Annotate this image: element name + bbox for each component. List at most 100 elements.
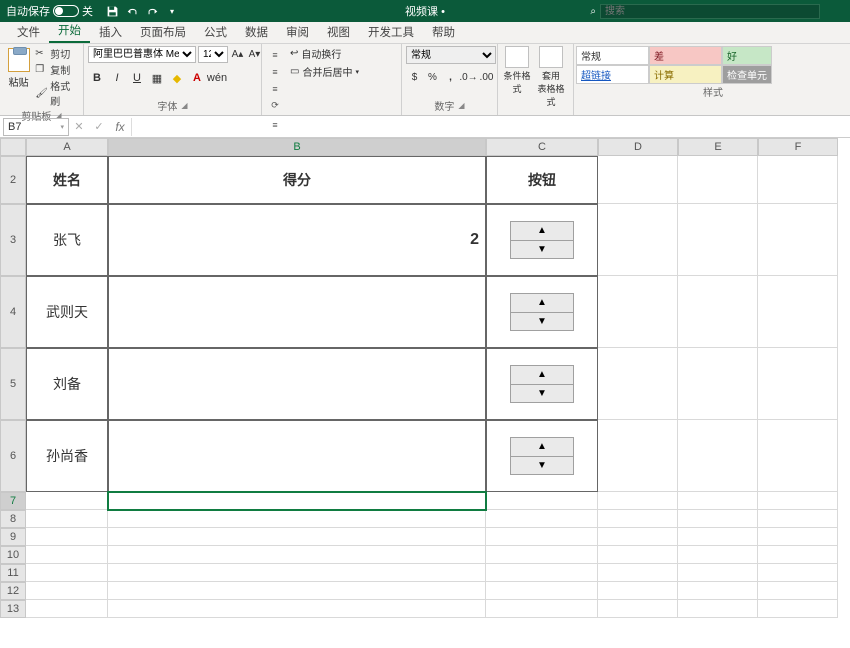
cell-D12[interactable] — [598, 582, 678, 600]
cell-F11[interactable] — [758, 564, 838, 582]
row-header-9[interactable]: 9 — [0, 528, 26, 546]
row-header-11[interactable]: 11 — [0, 564, 26, 582]
row-header-2[interactable]: 2 — [0, 156, 26, 204]
cell-E3[interactable] — [678, 204, 758, 276]
cell-B11[interactable] — [108, 564, 486, 582]
cell-E12[interactable] — [678, 582, 758, 600]
spinner-control[interactable]: ▲▼ — [510, 437, 574, 475]
spin-up-button[interactable]: ▲ — [510, 365, 574, 384]
spin-up-button[interactable]: ▲ — [510, 221, 574, 240]
cell-F5[interactable] — [758, 348, 838, 420]
cell-E10[interactable] — [678, 546, 758, 564]
col-header-B[interactable]: B — [108, 138, 486, 156]
cell-B6[interactable] — [108, 420, 486, 492]
col-header-E[interactable]: E — [678, 138, 758, 156]
row-header-7[interactable]: 7 — [0, 492, 26, 510]
cell-style-hyperlink[interactable]: 超链接 — [576, 65, 649, 84]
conditional-format-button[interactable]: 条件格式 — [502, 46, 532, 95]
cell-C11[interactable] — [486, 564, 598, 582]
cell-A7[interactable] — [26, 492, 108, 510]
name-box[interactable]: B7 ▾ — [3, 118, 69, 136]
cell-F2[interactable] — [758, 156, 838, 204]
cell-style-good[interactable]: 好 — [722, 46, 772, 65]
cell-C6[interactable]: ▲▼ — [486, 420, 598, 492]
cell-F12[interactable] — [758, 582, 838, 600]
spin-down-button[interactable]: ▼ — [510, 456, 574, 476]
underline-button[interactable]: U — [128, 68, 146, 88]
search-input[interactable] — [600, 4, 820, 19]
menu-file[interactable]: 文件 — [8, 21, 49, 43]
cell-B9[interactable] — [108, 528, 486, 546]
comma-button[interactable]: , — [442, 68, 459, 86]
cell-A13[interactable] — [26, 600, 108, 618]
select-all-corner[interactable] — [0, 138, 26, 156]
cell-F13[interactable] — [758, 600, 838, 618]
cell-E7[interactable] — [678, 492, 758, 510]
merge-center-button[interactable]: ▭合并后居中▾ — [290, 64, 359, 79]
col-header-D[interactable]: D — [598, 138, 678, 156]
spin-down-button[interactable]: ▼ — [510, 384, 574, 404]
cell-style-normal[interactable]: 常规 — [576, 46, 649, 65]
cell-B4[interactable] — [108, 276, 486, 348]
cell-C2[interactable]: 按钮 — [486, 156, 598, 204]
cell-C10[interactable] — [486, 546, 598, 564]
cell-D4[interactable] — [598, 276, 678, 348]
col-header-F[interactable]: F — [758, 138, 838, 156]
cell-B8[interactable] — [108, 510, 486, 528]
menu-developer[interactable]: 开发工具 — [359, 21, 423, 43]
cell-D11[interactable] — [598, 564, 678, 582]
cell-F7[interactable] — [758, 492, 838, 510]
cell-D8[interactable] — [598, 510, 678, 528]
cell-E13[interactable] — [678, 600, 758, 618]
cell-A12[interactable] — [26, 582, 108, 600]
cell-D10[interactable] — [598, 546, 678, 564]
cell-A5[interactable]: 刘备 — [26, 348, 108, 420]
cell-F8[interactable] — [758, 510, 838, 528]
cell-A9[interactable] — [26, 528, 108, 546]
autosave-toggle[interactable]: 自动保存 关 — [0, 3, 99, 19]
number-format-select[interactable]: 常规 — [406, 46, 496, 64]
menu-formulas[interactable]: 公式 — [195, 21, 236, 43]
row-header-3[interactable]: 3 — [0, 204, 26, 276]
font-color-button[interactable]: A — [188, 68, 206, 88]
cell-A10[interactable] — [26, 546, 108, 564]
shrink-font-button[interactable]: A▾ — [247, 46, 262, 63]
table-format-button[interactable]: 套用 表格格式 — [536, 46, 566, 108]
menu-insert[interactable]: 插入 — [90, 21, 131, 43]
cell-style-calc[interactable]: 计算 — [649, 65, 722, 84]
cell-A2[interactable]: 姓名 — [26, 156, 108, 204]
cell-style-bad[interactable]: 差 — [649, 46, 722, 65]
cell-B2[interactable]: 得分 — [108, 156, 486, 204]
spin-down-button[interactable]: ▼ — [510, 240, 574, 260]
cell-F6[interactable] — [758, 420, 838, 492]
cell-D3[interactable] — [598, 204, 678, 276]
dialog-launcher-icon[interactable]: ◢ — [181, 101, 187, 110]
row-header-13[interactable]: 13 — [0, 600, 26, 618]
cell-F9[interactable] — [758, 528, 838, 546]
cell-C8[interactable] — [486, 510, 598, 528]
increase-decimal-button[interactable]: .0→ — [460, 68, 477, 86]
percent-button[interactable]: % — [424, 68, 441, 86]
cell-A11[interactable] — [26, 564, 108, 582]
cell-E11[interactable] — [678, 564, 758, 582]
fill-color-button[interactable]: ◆ — [168, 68, 186, 88]
cell-C3[interactable]: ▲ ▼ — [486, 204, 598, 276]
cut-button[interactable]: ✂剪切 — [35, 46, 79, 61]
cell-E4[interactable] — [678, 276, 758, 348]
border-button[interactable]: ▦ — [148, 68, 166, 88]
cell-A4[interactable]: 武则天 — [26, 276, 108, 348]
menu-pagelayout[interactable]: 页面布局 — [131, 21, 195, 43]
cell-A3[interactable]: 张飞 — [26, 204, 108, 276]
phonetic-button[interactable]: wén — [208, 68, 226, 88]
spin-down-button[interactable]: ▼ — [510, 312, 574, 332]
cell-E9[interactable] — [678, 528, 758, 546]
copy-button[interactable]: ❐复制 — [35, 62, 79, 77]
decrease-decimal-button[interactable]: .00 — [478, 68, 495, 86]
qat-dropdown-icon[interactable]: ▾ — [165, 4, 179, 18]
align-top-button[interactable]: ≡ — [266, 46, 284, 63]
menu-help[interactable]: 帮助 — [423, 21, 464, 43]
align-bottom-button[interactable]: ≡ — [266, 80, 284, 97]
spinner-control[interactable]: ▲▼ — [510, 293, 574, 331]
cell-B5[interactable] — [108, 348, 486, 420]
cell-D7[interactable] — [598, 492, 678, 510]
